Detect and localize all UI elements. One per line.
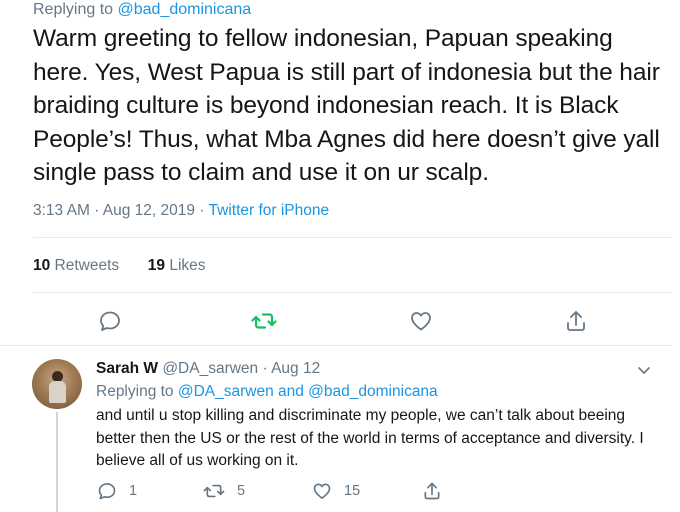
- retweets-label: Retweets: [50, 257, 120, 274]
- reply-button[interactable]: [97, 308, 123, 334]
- like-count: 15: [344, 483, 361, 499]
- tweet-text: Warm greeting to fellow indonesian, Papu…: [33, 25, 660, 186]
- tweet-meta: 3:13 AM · Aug 12, 2019 · Twitter for iPh…: [33, 201, 329, 221]
- retweet-icon: [251, 313, 277, 329]
- tweet-stats: 10 Retweets 19 Likes: [33, 256, 206, 276]
- reply-button[interactable]: 1: [97, 480, 137, 502]
- retweet-button[interactable]: 5: [203, 480, 245, 502]
- reply-actions: 1 5 15: [0, 480, 672, 502]
- like-icon: [411, 312, 431, 331]
- reply-count: 1: [129, 483, 138, 499]
- tweet-actions: [0, 308, 672, 334]
- tweet-timestamp[interactable]: 3:13 AM · Aug 12, 2019 ·: [33, 202, 209, 219]
- replying-prefix: Replying to: [33, 1, 114, 18]
- avatar[interactable]: [32, 359, 82, 409]
- likes-label: Likes: [165, 257, 206, 274]
- retweet-button[interactable]: [251, 308, 277, 334]
- replying-handles-link[interactable]: @DA_sarwen and @bad_dominicana: [178, 383, 438, 400]
- reply-header: Sarah W @DA_sarwen · Aug 12: [96, 359, 320, 379]
- likes-stat[interactable]: 19 Likes: [148, 257, 206, 274]
- focused-tweet: Replying to @bad_dominicana Warm greetin…: [0, 0, 672, 345]
- retweets-count: 10: [33, 257, 51, 274]
- reply-tweet[interactable]: Sarah W @DA_sarwen · Aug 12 Replying to …: [0, 346, 672, 512]
- reply-icon: [100, 311, 120, 331]
- like-icon: [313, 483, 331, 499]
- like-button[interactable]: [408, 308, 434, 334]
- author-handle-date[interactable]: @DA_sarwen · Aug 12: [158, 360, 320, 377]
- divider: [33, 237, 672, 238]
- like-button[interactable]: 15: [312, 480, 360, 502]
- share-button[interactable]: [563, 308, 589, 334]
- share-icon: [424, 482, 440, 500]
- reply-icon: [98, 483, 116, 500]
- likes-count: 19: [147, 257, 166, 274]
- divider: [33, 292, 672, 293]
- retweets-stat[interactable]: 10 Retweets: [33, 257, 119, 274]
- reply-text: and until u stop killing and discriminat…: [96, 407, 644, 469]
- tweet-source-link[interactable]: Twitter for iPhone: [209, 202, 330, 219]
- replying-prefix: Replying to: [96, 383, 178, 400]
- chevron-down-icon[interactable]: [636, 362, 652, 378]
- avatar-figure-body: [49, 381, 66, 403]
- share-button[interactable]: [422, 480, 454, 502]
- author-name[interactable]: Sarah W: [96, 360, 158, 377]
- replying-handle-link[interactable]: @bad_dominicana: [118, 1, 252, 18]
- reply-replying-to-line: Replying to @DA_sarwen and @bad_dominica…: [96, 382, 438, 402]
- retweet-icon: [203, 484, 225, 498]
- share-icon: [567, 311, 585, 331]
- replying-to-line: Replying to @bad_dominicana: [33, 0, 251, 20]
- retweet-count: 5: [237, 483, 246, 499]
